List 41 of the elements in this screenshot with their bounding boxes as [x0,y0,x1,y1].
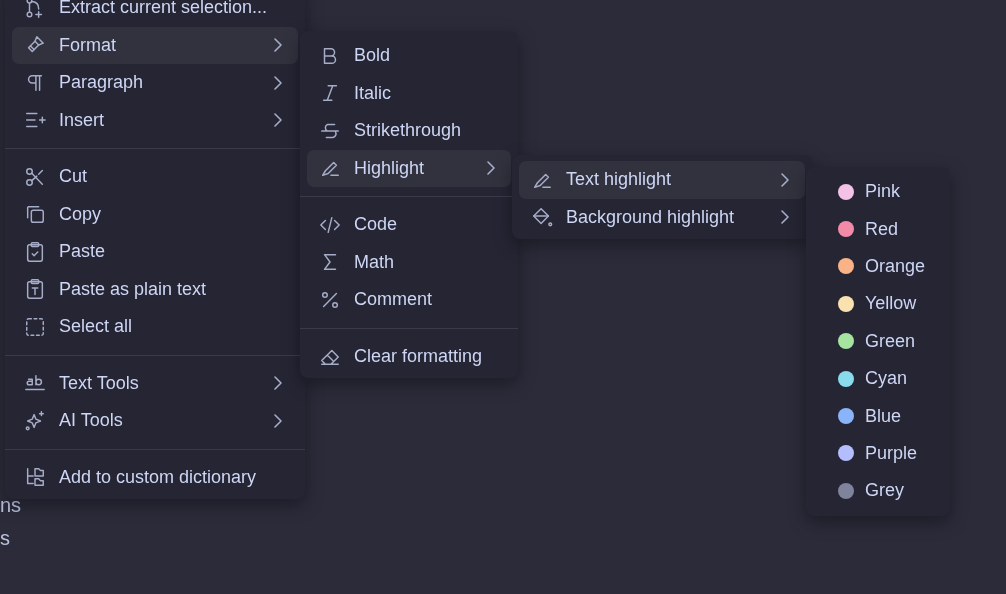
partial-text: s [0,527,11,550]
copy-icon [24,203,46,226]
menu-item[interactable]: Text highlight [519,161,805,199]
menu-item[interactable]: Purple [813,434,943,473]
clipboard-text-icon [24,278,46,301]
menu-item[interactable]: Paste [12,233,298,271]
menu-item[interactable]: Blue [813,397,943,435]
menu-item[interactable]: Code [307,206,511,244]
menu-item[interactable]: Green [813,322,943,360]
menu-item[interactable]: Paste as plain text [12,270,298,308]
menu-item[interactable]: Italic [307,74,511,112]
menu-item[interactable]: Select all [12,308,298,346]
menu-item[interactable]: Paragraph [12,64,298,102]
menu-item[interactable]: Format [12,26,298,64]
partial-text: ns [0,494,22,517]
menu-item[interactable]: Background highlight [519,198,805,236]
menu-item[interactable]: Extract current selection... [12,0,298,27]
menu-item[interactable]: Red [813,210,943,248]
menu-item[interactable]: Highlight [307,149,511,187]
menu-item[interactable]: Copy [12,195,298,233]
menu-item[interactable]: Clear formatting [307,337,511,375]
menu-item[interactable]: Add to custom dictionary [12,458,298,496]
paint-bucket-icon [531,206,553,229]
menu-item[interactable]: Bold [307,37,511,75]
menu-item[interactable]: Text Tools [12,364,298,402]
menu-item[interactable]: Math [307,243,511,281]
menu-item[interactable]: Cut [12,158,298,196]
menu-item[interactable]: AI Tools [12,402,298,440]
menu-item[interactable]: Pink [813,173,943,211]
menu-item[interactable]: Yellow [813,285,943,323]
menu-item[interactable]: Strikethrough [307,112,511,150]
menu-item[interactable]: Insert [12,101,298,139]
scissors-icon [24,165,46,188]
folder-tree-icon [24,466,46,489]
menu-item[interactable]: Comment [307,281,511,319]
menu-item[interactable]: Cyan [813,359,943,398]
menu-item[interactable]: Grey [813,472,943,510]
clipboard-check-icon [24,240,46,263]
sparkle-icon [24,409,46,432]
menu-item[interactable]: Orange [813,247,943,286]
dashed-square-icon [24,315,46,338]
